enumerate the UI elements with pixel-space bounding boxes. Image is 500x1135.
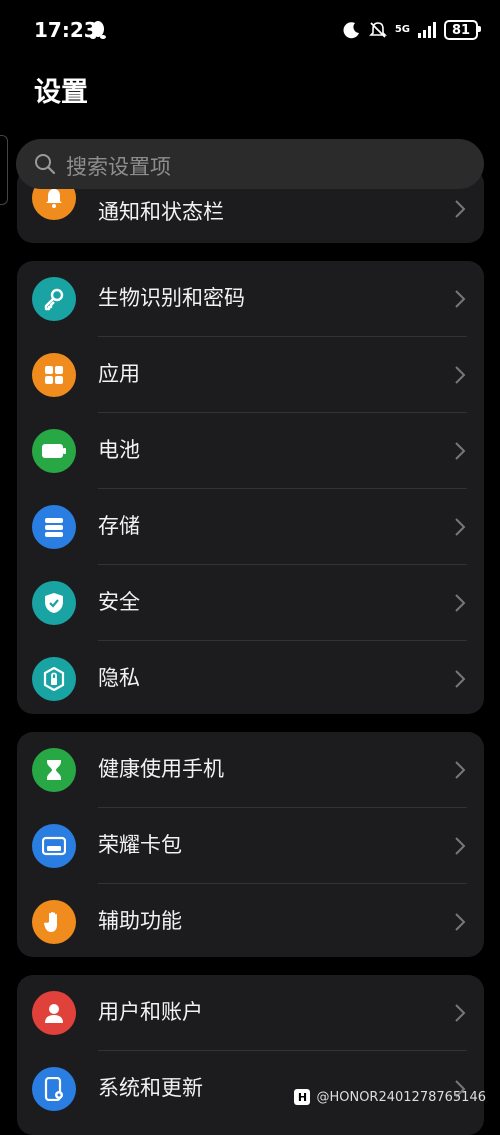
settings-item-label: 通知和状态栏 [98, 200, 224, 224]
system-update-icon [32, 1067, 76, 1111]
settings-item-label: 健康使用手机 [98, 757, 224, 781]
settings-item-accessibility[interactable]: 辅助功能 [17, 884, 484, 957]
qq-penguin-icon [90, 21, 106, 39]
settings-item-biometrics[interactable]: 生物识别和密码 [17, 261, 484, 337]
chevron-right-icon [455, 290, 466, 308]
chevron-right-icon [455, 594, 466, 612]
storage-icon [32, 505, 76, 549]
settings-item-users-accounts[interactable]: 用户和账户 [17, 975, 484, 1051]
settings-group-wellbeing: 健康使用手机 荣耀卡包 辅助功能 [17, 732, 484, 957]
settings-item-label: 存储 [98, 514, 140, 538]
shield-icon [32, 581, 76, 625]
settings-group-accounts: 用户和账户 系统和更新 [17, 975, 484, 1135]
hand-icon [32, 900, 76, 944]
hourglass-icon [32, 748, 76, 792]
watermark-text: @HONOR2401278765146 [316, 1089, 486, 1105]
mute-bell-icon [368, 22, 387, 38]
settings-item-label: 隐私 [98, 666, 140, 690]
settings-item-label: 用户和账户 [98, 1000, 203, 1024]
settings-item-storage[interactable]: 存储 [17, 489, 484, 565]
network-type: 5G [394, 24, 410, 35]
apps-grid-icon [32, 353, 76, 397]
signal-strength-icon [418, 22, 436, 38]
page-title: 设置 [34, 77, 88, 108]
chevron-right-icon [455, 913, 466, 931]
wallet-icon [32, 824, 76, 868]
chevron-right-icon [455, 837, 466, 855]
settings-item-label: 辅助功能 [98, 909, 182, 933]
battery-indicator: 81 [444, 20, 481, 40]
settings-item-label: 应用 [98, 362, 140, 386]
watermark: H @HONOR2401278765146 [294, 1089, 486, 1105]
settings-item-apps[interactable]: 应用 [17, 337, 484, 413]
settings-item-label: 电池 [98, 438, 140, 462]
chevron-right-icon [455, 518, 466, 536]
moon-icon [343, 22, 359, 39]
settings-item-privacy[interactable]: 隐私 [17, 641, 484, 714]
chevron-right-icon [455, 670, 466, 688]
search-bar[interactable]: 搜索设置项 [16, 139, 484, 189]
settings-group-security: 生物识别和密码 应用 电池 存储 安全 隐私 [17, 261, 484, 714]
side-drawer-handle[interactable] [0, 135, 8, 205]
chevron-right-icon [455, 1004, 466, 1022]
settings-item-label: 生物识别和密码 [98, 286, 245, 310]
user-icon [32, 991, 76, 1035]
settings-item-digital-balance[interactable]: 健康使用手机 [17, 732, 484, 808]
status-time: 17:23 [34, 18, 98, 42]
chevron-right-icon [455, 761, 466, 779]
settings-item-label: 系统和更新 [98, 1076, 203, 1100]
status-indicators: 5G 81 [343, 18, 481, 42]
settings-item-label: 荣耀卡包 [98, 833, 182, 857]
search-icon [35, 154, 56, 175]
settings-item-label: 安全 [98, 590, 140, 614]
key-icon [32, 277, 76, 321]
chevron-right-icon [455, 442, 466, 460]
privacy-lock-icon [32, 657, 76, 701]
chevron-right-icon [455, 366, 466, 384]
battery-level: 81 [451, 22, 471, 38]
settings-item-security[interactable]: 安全 [17, 565, 484, 641]
battery-icon [32, 429, 76, 473]
chevron-right-icon [455, 200, 466, 218]
search-placeholder: 搜索设置项 [66, 155, 171, 179]
settings-item-wallet[interactable]: 荣耀卡包 [17, 808, 484, 884]
status-bar: 17:23 5G 81 [0, 0, 500, 60]
honor-logo: H [294, 1089, 311, 1105]
settings-item-battery[interactable]: 电池 [17, 413, 484, 489]
